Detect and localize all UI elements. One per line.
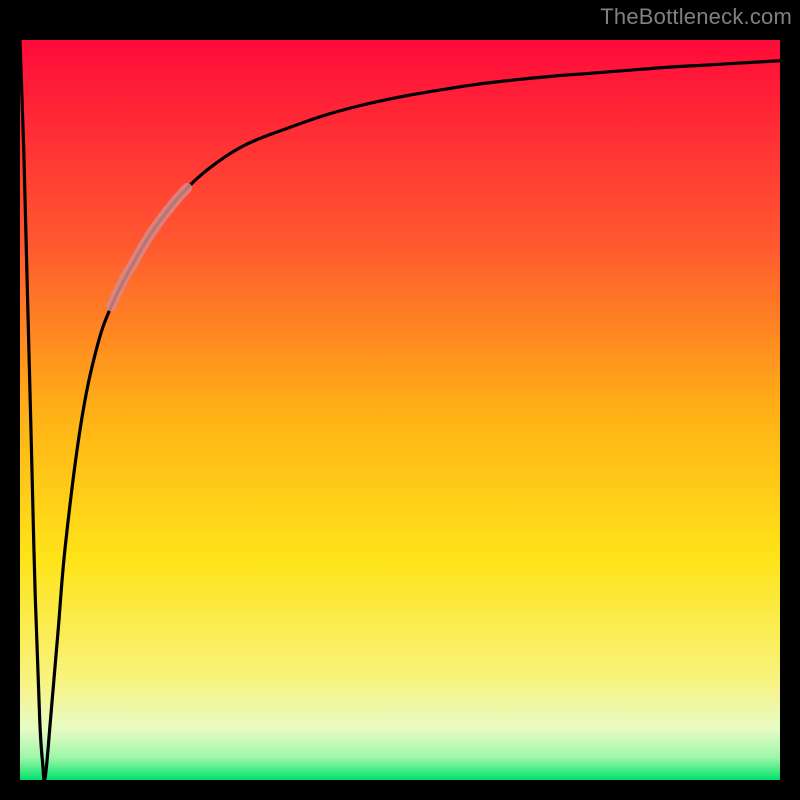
attribution-text: TheBottleneck.com bbox=[600, 4, 792, 30]
chart-container: TheBottleneck.com bbox=[0, 0, 800, 800]
plot-background bbox=[20, 40, 780, 780]
bottleneck-chart bbox=[0, 0, 800, 800]
